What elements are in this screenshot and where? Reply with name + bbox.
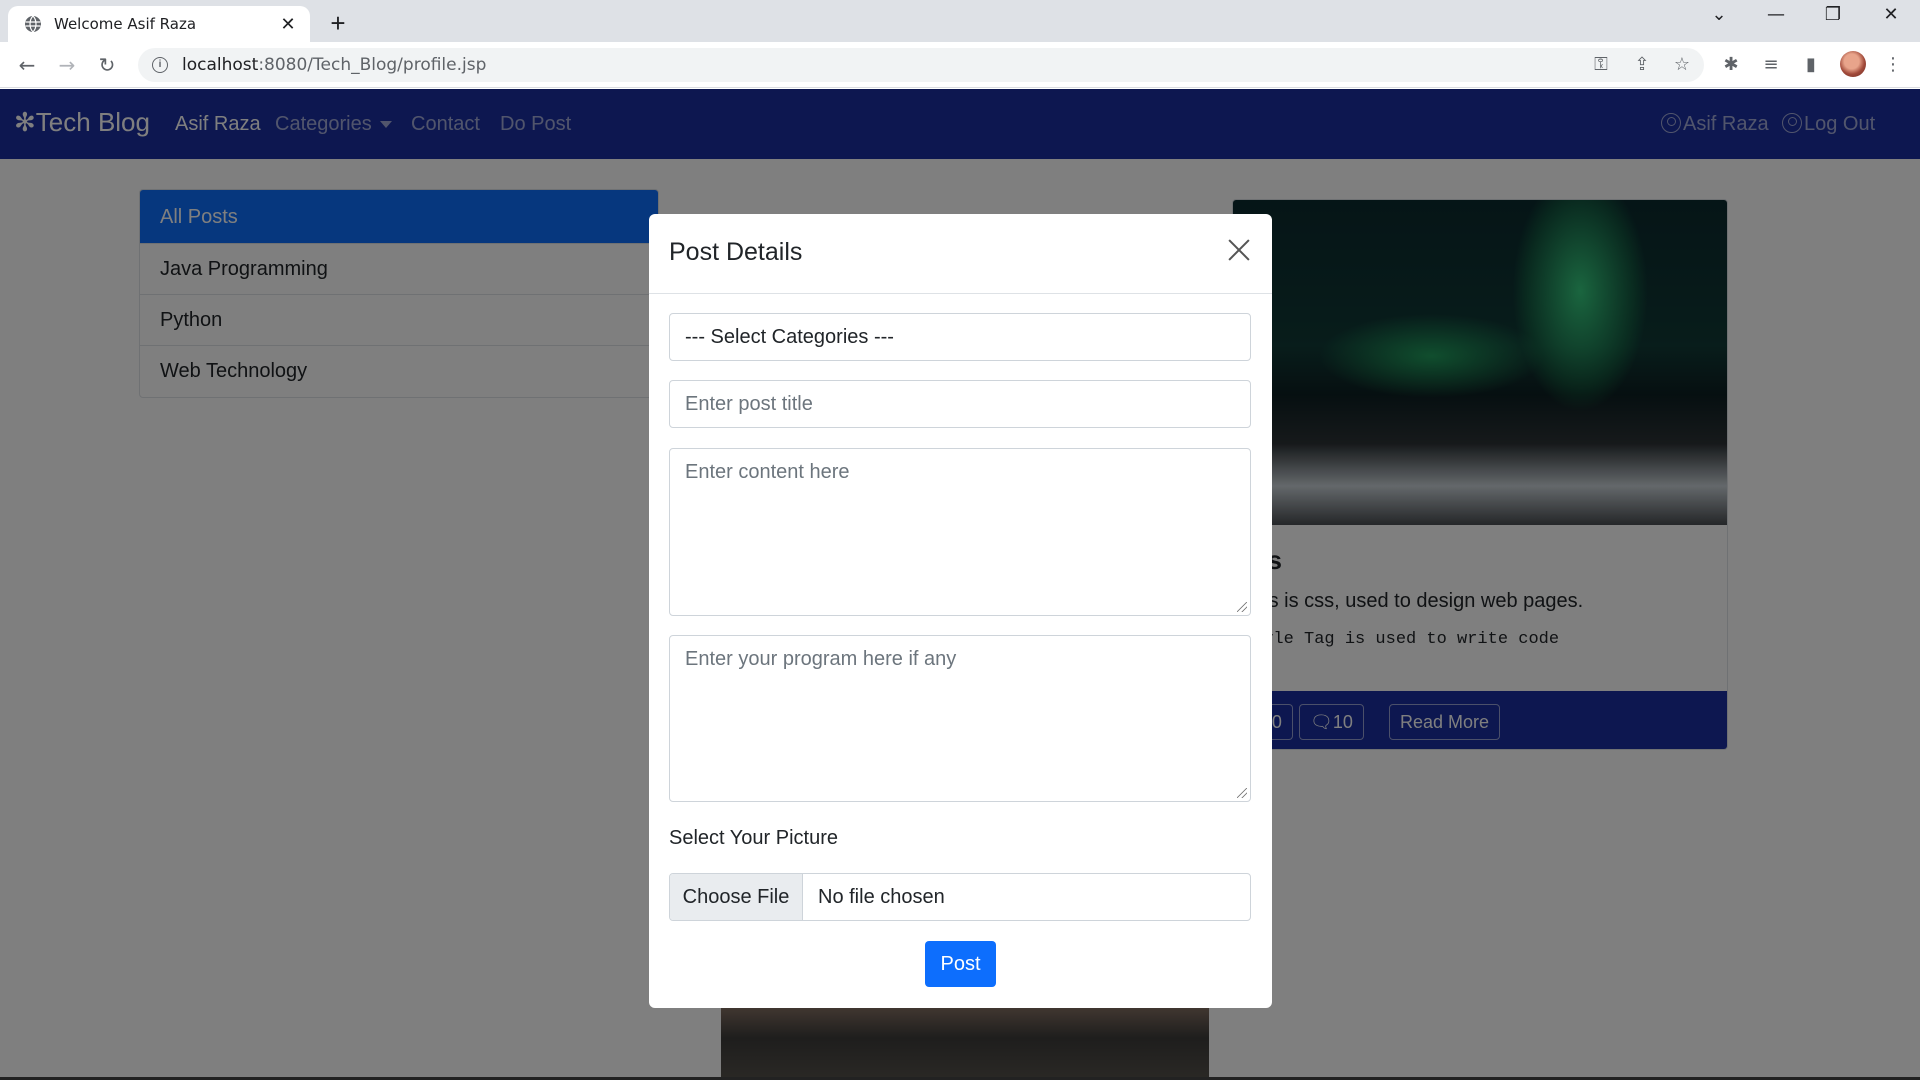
- post-title-input[interactable]: Enter post title: [669, 380, 1251, 428]
- address-bar[interactable]: i localhost:8080/Tech_Blog/profile.jsp: [138, 48, 1704, 82]
- side-panel-icon[interactable]: ▮: [1798, 52, 1824, 78]
- category-select[interactable]: --- Select Categories ---: [669, 313, 1251, 361]
- post-program-textarea[interactable]: Enter your program here if any: [669, 635, 1251, 802]
- browser-tab[interactable]: Welcome Asif Raza ✕: [8, 6, 310, 42]
- close-icon[interactable]: [1227, 238, 1251, 262]
- file-status: No file chosen: [818, 886, 945, 908]
- content-placeholder: Enter content here: [685, 461, 850, 483]
- menu-icon[interactable]: ⋮: [1880, 52, 1906, 78]
- media-icon[interactable]: ≡: [1758, 52, 1784, 78]
- post-details-modal: Post Details --- Select Categories --- E…: [649, 214, 1272, 1008]
- post-submit-button[interactable]: Post: [925, 941, 996, 987]
- browser-toolbar: ← → ↻ i localhost:8080/Tech_Blog/profile…: [0, 42, 1920, 88]
- resize-handle-icon[interactable]: [1237, 602, 1247, 612]
- post-content-textarea[interactable]: Enter content here: [669, 448, 1251, 616]
- resize-handle-icon[interactable]: [1237, 788, 1247, 798]
- forward-icon[interactable]: →: [52, 50, 82, 80]
- picture-label: Select Your Picture: [669, 827, 838, 849]
- tab-close-icon[interactable]: ✕: [278, 14, 298, 35]
- browser-tab-strip: Welcome Asif Raza ✕ + ⌄ — ❐ ✕: [0, 0, 1920, 42]
- picture-file-input[interactable]: Choose File No file chosen: [669, 873, 1251, 921]
- globe-icon: [25, 15, 41, 33]
- reload-icon[interactable]: ↻: [92, 50, 122, 80]
- modal-header: Post Details: [649, 214, 1272, 294]
- web-page: ✻Tech Blog Asif Raza Categories Contact …: [0, 89, 1920, 1080]
- close-window-icon[interactable]: ✕: [1871, 4, 1911, 25]
- url-host: localhost: [182, 55, 259, 75]
- extensions-icon[interactable]: ✱: [1718, 52, 1744, 78]
- url-path: :8080/Tech_Blog/profile.jsp: [258, 55, 487, 75]
- back-icon[interactable]: ←: [12, 50, 42, 80]
- site-info-icon[interactable]: i: [152, 57, 168, 73]
- profile-avatar[interactable]: [1840, 51, 1866, 77]
- new-tab-icon[interactable]: +: [324, 8, 352, 39]
- program-placeholder: Enter your program here if any: [685, 648, 957, 670]
- star-icon[interactable]: ☆: [1669, 52, 1695, 78]
- url-text: localhost:8080/Tech_Blog/profile.jsp: [182, 55, 486, 75]
- minimize-icon[interactable]: —: [1756, 4, 1796, 25]
- modal-title: Post Details: [669, 238, 803, 266]
- tab-title: Welcome Asif Raza: [54, 15, 197, 33]
- key-icon[interactable]: ⚿: [1588, 52, 1614, 78]
- share-icon[interactable]: ⇪: [1629, 52, 1655, 78]
- tab-search-icon[interactable]: ⌄: [1699, 4, 1739, 25]
- restore-icon[interactable]: ❐: [1813, 4, 1853, 25]
- choose-file-button[interactable]: Choose File: [670, 874, 803, 920]
